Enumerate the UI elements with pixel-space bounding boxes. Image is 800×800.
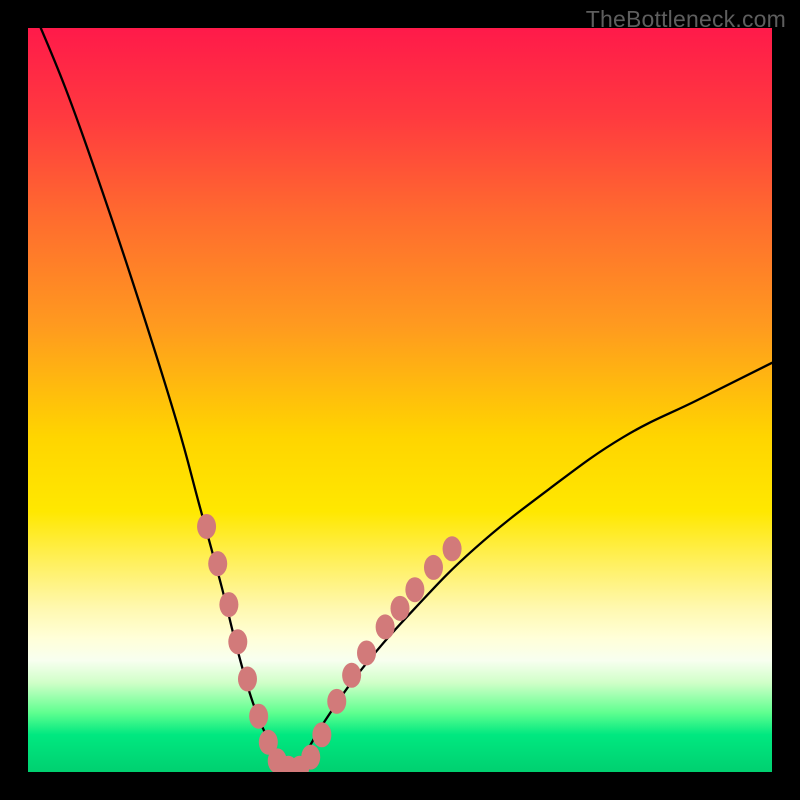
chart-container: TheBottleneck.com [0, 0, 800, 800]
watermark-text: TheBottleneck.com [586, 6, 786, 33]
plot-gradient-area [28, 28, 772, 772]
